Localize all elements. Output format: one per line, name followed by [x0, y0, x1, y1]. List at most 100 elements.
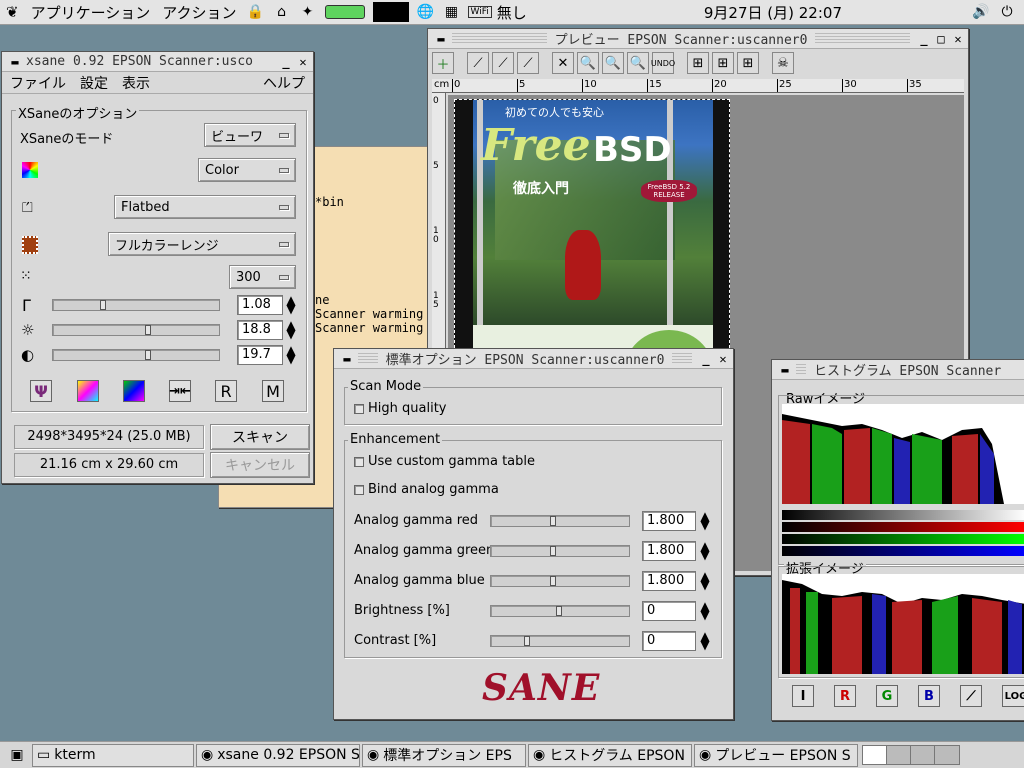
- actions-menu[interactable]: アクション: [156, 2, 242, 23]
- task-xsane[interactable]: ◉ xsane 0.92 EPSON S: [196, 743, 360, 767]
- option-value-input[interactable]: 1.800: [642, 571, 696, 591]
- pipette-white-icon[interactable]: ⟋: [517, 52, 539, 74]
- custom-gamma-checkbox[interactable]: Use custom gamma table: [354, 454, 535, 469]
- bind-gamma-checkbox[interactable]: Bind analog gamma: [354, 482, 499, 497]
- color-select[interactable]: Color: [198, 158, 296, 182]
- rgb-default-icon[interactable]: Ψ: [30, 380, 52, 402]
- blue-button[interactable]: B: [918, 685, 940, 707]
- option-value-input[interactable]: 1.800: [642, 541, 696, 561]
- show-desktop-icon[interactable]: ▣: [4, 745, 30, 765]
- power-icon[interactable]: ⏻: [996, 1, 1018, 23]
- high-quality-checkbox[interactable]: High quality: [354, 401, 446, 416]
- option-spin[interactable]: ▲ ▼: [700, 570, 710, 591]
- clock[interactable]: 9月27日 (月) 22:07: [698, 2, 848, 23]
- zoom-icon[interactable]: 🔍: [577, 52, 599, 74]
- option-slider[interactable]: [490, 575, 630, 587]
- menu-help[interactable]: ヘルプ: [263, 73, 305, 93]
- gamma-knob[interactable]: [100, 300, 106, 310]
- menu-icon[interactable]: ▬: [340, 352, 354, 366]
- menu-settings[interactable]: 設定: [80, 73, 108, 93]
- lock-icon[interactable]: 🔒: [245, 1, 267, 23]
- option-slider[interactable]: [490, 515, 630, 527]
- cancel-button[interactable]: キャンセル: [210, 452, 310, 478]
- gamma-slider[interactable]: [52, 299, 220, 311]
- option-value-input[interactable]: 0: [642, 601, 696, 621]
- delete-preview-icon[interactable]: ☠: [772, 52, 794, 74]
- option-slider-knob[interactable]: [550, 546, 556, 556]
- green-button[interactable]: G: [876, 685, 898, 707]
- close-icon[interactable]: ✕: [296, 55, 310, 69]
- undo-icon[interactable]: UNDO: [651, 52, 675, 74]
- option-slider-knob[interactable]: [524, 636, 530, 646]
- option-slider[interactable]: [490, 635, 630, 647]
- task-std-options[interactable]: ◉ 標準オプション EPS: [362, 743, 526, 767]
- lines-icon[interactable]: ⟋: [960, 685, 982, 707]
- contrast-slider[interactable]: [52, 349, 220, 361]
- menu-view[interactable]: 表示: [122, 73, 150, 93]
- option-spin[interactable]: ▲ ▼: [700, 600, 710, 621]
- option-value-input[interactable]: 1.800: [642, 511, 696, 531]
- menu-file[interactable]: ファイル: [10, 73, 66, 93]
- option-slider-knob[interactable]: [550, 576, 556, 586]
- option-spin[interactable]: ▲ ▼: [700, 540, 710, 561]
- brightness-slider[interactable]: [52, 324, 220, 336]
- resolution-select[interactable]: 300: [229, 265, 296, 289]
- mode-select[interactable]: ビューワ: [204, 123, 296, 147]
- task-preview[interactable]: ◉ プレビュー EPSON S: [694, 743, 858, 767]
- option-spin[interactable]: ▲ ▼: [700, 510, 710, 531]
- log-button[interactable]: LOG: [1002, 685, 1024, 707]
- option-spin[interactable]: ▲ ▼: [700, 630, 710, 651]
- restore-button[interactable]: R: [215, 380, 237, 402]
- std-options-titlebar[interactable]: ▬ 標準オプション EPSON Scanner:uscanner0 _ ✕: [334, 349, 733, 369]
- close-icon[interactable]: ✕: [951, 32, 965, 46]
- contrast-spin[interactable]: ▲ ▼: [286, 344, 296, 365]
- range-select[interactable]: フルカラーレンジ: [108, 232, 296, 256]
- pipette-gray-icon[interactable]: ⟋: [492, 52, 514, 74]
- preview-titlebar[interactable]: ▬ プレビュー EPSON Scanner:uscanner0 _ □ ✕: [428, 29, 968, 49]
- menu-icon[interactable]: ▬: [8, 55, 22, 69]
- volume-icon[interactable]: 🔊: [970, 1, 992, 23]
- minimize-icon[interactable]: _: [279, 55, 293, 69]
- negative-icon[interactable]: [77, 380, 99, 402]
- option-slider-knob[interactable]: [550, 516, 556, 526]
- autoselect-icon[interactable]: ⊞: [687, 52, 709, 74]
- contrast-input[interactable]: 19.7: [237, 345, 283, 365]
- task-kterm[interactable]: ▭ kterm: [32, 743, 194, 767]
- gamma-spin[interactable]: ▲ ▼: [286, 294, 296, 315]
- red-button[interactable]: R: [834, 685, 856, 707]
- pipette-black-icon[interactable]: ⟋: [467, 52, 489, 74]
- plus-icon[interactable]: ＋: [432, 52, 454, 74]
- menu-icon[interactable]: ▬: [778, 363, 792, 377]
- home-icon[interactable]: ⌂: [271, 1, 293, 23]
- globe-icon[interactable]: 🌐: [415, 1, 437, 23]
- source-select[interactable]: Flatbed: [114, 195, 296, 219]
- applications-menu[interactable]: アプリケーション: [25, 2, 157, 23]
- option-slider[interactable]: [490, 605, 630, 617]
- intensity-button[interactable]: I: [792, 685, 814, 707]
- histogram-titlebar[interactable]: ▬ ヒストグラム EPSON Scanner: [772, 360, 1024, 380]
- option-slider[interactable]: [490, 545, 630, 557]
- close-icon[interactable]: ✕: [716, 352, 730, 366]
- zoom-in-icon[interactable]: 🔍: [602, 52, 624, 74]
- scan-button[interactable]: スキャン: [210, 424, 310, 450]
- enhance-auto-icon[interactable]: [123, 380, 145, 402]
- workspace-switcher[interactable]: [862, 745, 960, 765]
- minimize-icon[interactable]: _: [699, 352, 713, 366]
- brightness-input[interactable]: 18.8: [237, 320, 283, 340]
- store-button[interactable]: M: [262, 380, 284, 402]
- lamp-icon[interactable]: ✦: [297, 1, 319, 23]
- option-slider-knob[interactable]: [556, 606, 562, 616]
- terminal-icon[interactable]: [372, 2, 409, 22]
- maximize-icon[interactable]: □: [934, 32, 948, 46]
- enhance-default-icon[interactable]: ⇥⇤: [169, 380, 191, 402]
- brightness-spin[interactable]: ▲ ▼: [286, 319, 296, 340]
- zoom-sel-icon[interactable]: 🔍: [627, 52, 649, 74]
- select-icon[interactable]: ⊞: [737, 52, 759, 74]
- xsane-titlebar[interactable]: ▬ xsane 0.92 EPSON Scanner:usco _ ✕: [2, 52, 313, 72]
- option-value-input[interactable]: 0: [642, 631, 696, 651]
- notes-icon[interactable]: ▦: [441, 1, 463, 23]
- gamma-input[interactable]: 1.08: [237, 295, 283, 315]
- task-histogram[interactable]: ◉ ヒストグラム EPSON: [528, 743, 692, 767]
- fullarea-icon[interactable]: ⊞: [712, 52, 734, 74]
- minimize-icon[interactable]: _: [917, 32, 931, 46]
